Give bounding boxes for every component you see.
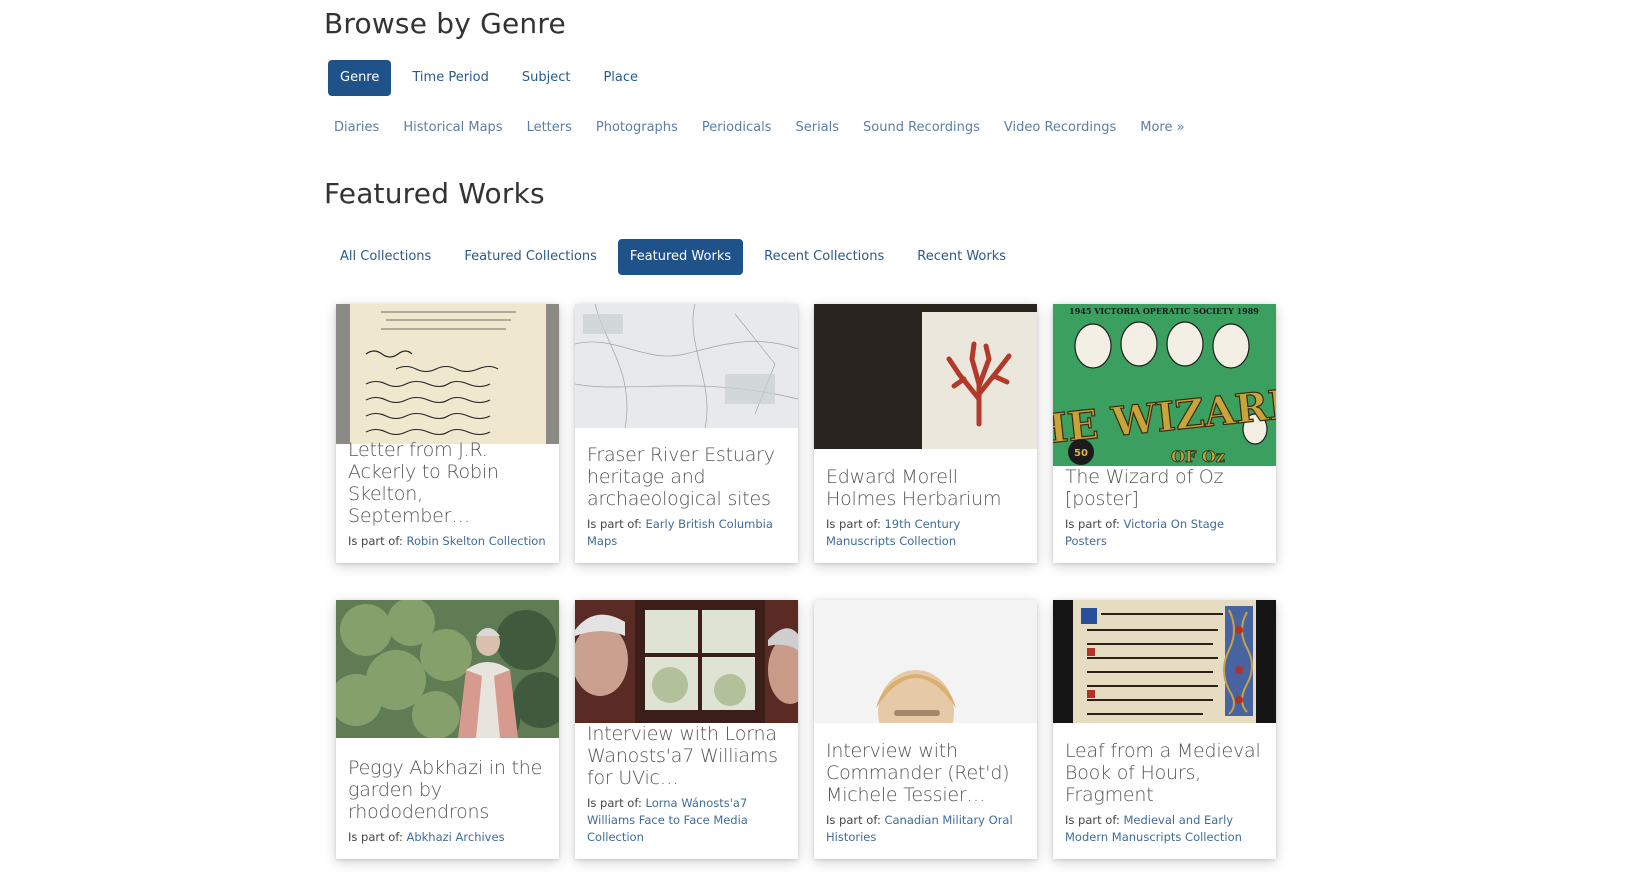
work-thumbnail: [1053, 600, 1276, 723]
work-collection: Is part of: Lorna Wánosts'a7 Williams Fa…: [587, 795, 786, 846]
tab-time-period[interactable]: Time Period: [400, 60, 500, 96]
genre-link-serials[interactable]: Serials: [795, 120, 839, 135]
work-collection: Is part of: Victoria On Stage Posters: [1065, 516, 1264, 550]
work-thumbnail: [336, 304, 559, 444]
part-of-label: Is part of:: [1065, 517, 1120, 531]
featured-works-heading: Featured Works: [324, 177, 545, 210]
work-title[interactable]: Fraser River Estuary heritage and archae…: [587, 444, 786, 510]
work-card-body: Interview with Lorna Wanosts'a7 Williams…: [575, 723, 798, 859]
genre-link-more[interactable]: More »: [1140, 120, 1184, 135]
tab-place[interactable]: Place: [591, 60, 650, 96]
featured-tabs: All Collections Featured Collections Fea…: [328, 239, 1027, 275]
work-title[interactable]: Peggy Abkhazi in the garden by rhododend…: [348, 757, 547, 823]
work-title[interactable]: Edward Morell Holmes Herbarium: [826, 466, 1025, 510]
work-title[interactable]: Interview with Lorna Wanosts'a7 Williams…: [587, 723, 786, 789]
tab-all-collections[interactable]: All Collections: [328, 239, 443, 275]
genre-link-diaries[interactable]: Diaries: [334, 120, 379, 135]
part-of-label: Is part of:: [348, 830, 403, 844]
browse-tabs: Genre Time Period Subject Place: [328, 60, 659, 96]
work-card[interactable]: 1945 VICTORIA OPERATIC SOCIETY 1989 THE …: [1053, 304, 1276, 563]
work-card[interactable]: Peggy Abkhazi in the garden by rhododend…: [336, 600, 559, 859]
part-of-label: Is part of:: [587, 517, 642, 531]
part-of-label: Is part of:: [826, 517, 881, 531]
work-thumbnail: [575, 304, 798, 428]
browse-by-genre-heading: Browse by Genre: [324, 7, 566, 40]
work-card[interactable]: Leaf from a Medieval Book of Hours, Frag…: [1053, 600, 1276, 859]
work-thumbnail: [336, 600, 559, 738]
part-of-label: Is part of:: [1065, 813, 1120, 827]
work-card-body: The Wizard of Oz [poster] Is part of: Vi…: [1053, 466, 1276, 563]
work-card[interactable]: Letter from J.R. Ackerly to Robin Skelto…: [336, 304, 559, 563]
genre-link-sound-recordings[interactable]: Sound Recordings: [863, 120, 980, 135]
poster-header-text: 1945 VICTORIA OPERATIC SOCIETY 1989: [1069, 306, 1259, 316]
work-card-body: Edward Morell Holmes Herbarium Is part o…: [814, 466, 1037, 563]
work-title[interactable]: The Wizard of Oz [poster]: [1065, 466, 1264, 510]
work-thumbnail: [575, 600, 798, 723]
work-title[interactable]: Leaf from a Medieval Book of Hours, Frag…: [1065, 740, 1264, 806]
work-collection: Is part of: 19th Century Manuscripts Col…: [826, 516, 1025, 550]
poster-badge-text: 50: [1074, 448, 1088, 459]
work-card-body: Leaf from a Medieval Book of Hours, Frag…: [1053, 740, 1276, 859]
tab-genre[interactable]: Genre: [328, 60, 392, 96]
part-of-label: Is part of:: [348, 534, 403, 548]
work-card[interactable]: Fraser River Estuary heritage and archae…: [575, 304, 798, 563]
part-of-label: Is part of:: [587, 796, 642, 810]
poster-subtitle-text: OF Oz: [1171, 447, 1225, 466]
work-card[interactable]: Interview with Commander (Ret'd) Michele…: [814, 600, 1037, 859]
work-title[interactable]: Letter from J.R. Ackerly to Robin Skelto…: [348, 439, 547, 527]
work-card-body: Letter from J.R. Ackerly to Robin Skelto…: [336, 439, 559, 563]
tab-featured-collections[interactable]: Featured Collections: [452, 239, 609, 275]
genre-link-letters[interactable]: Letters: [527, 120, 572, 135]
work-collection: Is part of: Robin Skelton Collection: [348, 533, 547, 550]
work-card-body: Peggy Abkhazi in the garden by rhododend…: [336, 757, 559, 859]
work-collection: Is part of: Early British Columbia Maps: [587, 516, 786, 550]
genre-link-list: Diaries Historical Maps Letters Photogra…: [334, 120, 1209, 135]
tab-featured-works[interactable]: Featured Works: [617, 239, 744, 275]
genre-link-periodicals[interactable]: Periodicals: [702, 120, 772, 135]
tab-subject[interactable]: Subject: [510, 60, 583, 96]
work-card[interactable]: Interview with Lorna Wanosts'a7 Williams…: [575, 600, 798, 859]
collection-link[interactable]: Abkhazi Archives: [406, 830, 504, 844]
part-of-label: Is part of:: [826, 813, 881, 827]
tab-recent-collections[interactable]: Recent Collections: [752, 239, 896, 275]
genre-link-video-recordings[interactable]: Video Recordings: [1004, 120, 1116, 135]
work-card-body: Interview with Commander (Ret'd) Michele…: [814, 740, 1037, 859]
collection-link[interactable]: Robin Skelton Collection: [406, 534, 545, 548]
tab-recent-works[interactable]: Recent Works: [905, 239, 1018, 275]
genre-link-photographs[interactable]: Photographs: [596, 120, 678, 135]
work-collection: Is part of: Medieval and Early Modern Ma…: [1065, 812, 1264, 846]
work-collection: Is part of: Canadian Military Oral Histo…: [826, 812, 1025, 846]
work-thumbnail: [814, 600, 1037, 723]
work-title[interactable]: Interview with Commander (Ret'd) Michele…: [826, 740, 1025, 806]
work-card[interactable]: Edward Morell Holmes Herbarium Is part o…: [814, 304, 1037, 563]
work-collection: Is part of: Abkhazi Archives: [348, 829, 547, 846]
genre-link-historical-maps[interactable]: Historical Maps: [403, 120, 502, 135]
work-thumbnail: 1945 VICTORIA OPERATIC SOCIETY 1989 THE …: [1053, 304, 1276, 466]
work-thumbnail: [814, 304, 1037, 449]
work-card-body: Fraser River Estuary heritage and archae…: [575, 444, 798, 563]
